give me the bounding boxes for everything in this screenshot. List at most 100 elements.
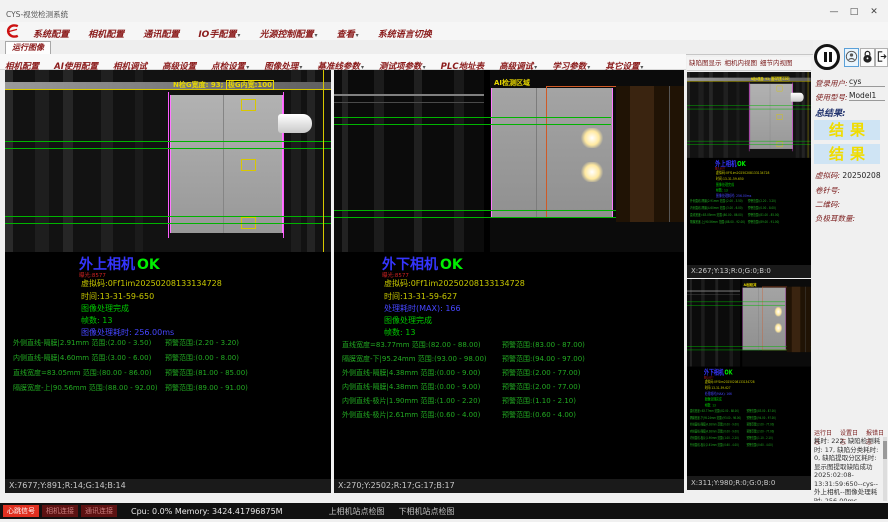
done-line: 图像处理完成 [81, 303, 129, 314]
barcode-line: 虚拟码:0Ff1im20250208133134728 [81, 278, 222, 289]
qr-code-label: 二维码: [815, 199, 840, 210]
pause-icon [829, 52, 832, 62]
gripper-clip [278, 114, 312, 133]
camera-view-lower-outer[interactable]: AI检测区域 外下相机OK 曝光:8577 虚拟码:0Ff1im20250208… [334, 70, 684, 479]
frames-line: 帧数: 13 [705, 403, 716, 408]
measurement-row: 直线宽度=83.77mm 范围:(82.00 - 88.00)预警范围:(83.… [342, 340, 682, 350]
pause-button[interactable] [814, 44, 840, 70]
measurement-row: 直线宽度=83.05mm 范围:(80.00 - 86.00)预警范围:(81.… [13, 368, 331, 378]
result-badge-upper: 结果 [814, 120, 880, 140]
tab-strip: 运行图像 [0, 40, 888, 55]
time-line: 时间:13-31-59-627 [384, 291, 457, 302]
needle-number-label: 卷针号: [815, 185, 840, 196]
camera-link-badge: 相机连接 [42, 505, 78, 517]
camera-view-upper-outer[interactable]: N检G宽度: 93; 极G内宽:100 外上相机OK 曝光:8577 虚拟码:0… [687, 72, 811, 265]
barcode-line: 虚拟码:0Ff1im20250208133134728 [384, 278, 525, 289]
tab-detail-inner-view[interactable]: 细节内视图 [760, 57, 793, 70]
measurement-row: 隔膜宽度-下|95.24mm 范围:(93.00 - 98.00)预警范围:(9… [690, 416, 810, 421]
user-icon [845, 49, 858, 64]
app-window: CYS-视觉检测系统 — □ ✕ 系统配置 相机配置 通讯配置 IO手配置▾ 光… [0, 0, 888, 522]
mini-view-tabs: 缺陷图显示 相机内视图 细节内视图 [687, 57, 811, 71]
camera-image-lower: AI检测区域 [687, 279, 811, 367]
elapsed-line: 图像处理耗时: 256.00ms [81, 327, 174, 338]
model-value[interactable]: Model1 [849, 91, 885, 101]
upper-camera-spotcheck-link[interactable]: 上相机站点检图 [329, 506, 385, 517]
electrode-region [750, 84, 793, 149]
minimize-button[interactable]: — [824, 6, 844, 19]
toolbar: 相机配置 AI使用配置 相机调试 高级设置 点检设置▾ 图像处理▾ 基准线参数▾… [0, 54, 686, 70]
annotation-lower: AI检测区域 [494, 78, 530, 88]
measurement-row: 内侧直线-隔膜|4.38mm 范围:(0.00 - 9.00)预警范围:(2.0… [342, 382, 682, 392]
tab-camera-inner-view[interactable]: 相机内视图 [725, 57, 758, 70]
camera-image-upper: N检G宽度: 93; 极G内宽:100 [5, 70, 331, 252]
window-title: CYS-视觉检测系统 [6, 9, 68, 20]
measurement-row: 隔膜宽度-上|90.56mm 范围:(88.00 - 92.00)预警范围:(8… [13, 383, 331, 393]
mini-view-upper[interactable]: N检G宽度: 93; 极G内宽:100 外上相机OK 曝光:8577 虚拟码:0… [687, 72, 811, 265]
measurement-row: 内侧直线-极片|1.90mm 范围:(1.00 - 2.20)预警范围:(1.1… [690, 436, 810, 441]
measurement-row: 外侧直线-极片|2.61mm 范围:(0.60 - 4.00)预警范围:(0.6… [342, 410, 682, 420]
cpu-memory-status: Cpu: 0.0% Memory: 3424.41796875M [131, 507, 283, 516]
time-line: 时间:13-31-59-650 [81, 291, 154, 302]
camera-view-lower-outer[interactable]: AI检测区域 外下相机OK 曝光:8577 虚拟码:0Ff1im20250208… [687, 279, 811, 476]
frames-line: 帧数: 13 [384, 327, 415, 338]
frames-line: 帧数: 13 [81, 315, 112, 326]
maximize-button[interactable]: □ [844, 6, 864, 19]
status-ok: OK [725, 369, 733, 377]
result-badge-lower: 结果 [814, 144, 880, 164]
heartbeat-badge: 心跳信号 [3, 505, 39, 517]
measurement-row: 外侧直线-隔膜|2.91mm 范围:(2.00 - 3.50)预警范围:(2.2… [690, 198, 811, 203]
gripper-clip [791, 93, 804, 102]
chevron-down-icon: ▾ [314, 32, 317, 39]
time-line: 时间:13-31-59-650 [716, 176, 744, 181]
login-user-value[interactable]: cys [849, 77, 885, 87]
baseline-yellow [5, 89, 331, 90]
tab-defect-display[interactable]: 缺陷图显示 [689, 57, 722, 70]
camera-view-upper-outer[interactable]: N检G宽度: 93; 极G内宽:100 外上相机OK 曝光:8577 虚拟码:0… [5, 70, 331, 479]
chevron-down-icon: ▾ [237, 32, 240, 39]
status-bar: 心跳信号 相机连接 通讯连接 Cpu: 0.0% Memory: 3424.41… [0, 503, 888, 519]
close-button[interactable]: ✕ [864, 6, 884, 19]
comm-link-badge: 通讯连接 [81, 505, 117, 517]
done-line: 图像处理完成 [384, 315, 432, 326]
exit-door-icon [876, 49, 887, 64]
tab-run-image[interactable]: 运行图像 [5, 41, 51, 54]
annotation-upper: N检G宽度: 93; 极G内宽:100 [173, 80, 274, 90]
chevron-down-icon: ▾ [356, 32, 359, 39]
pixel-coords-lower: X:270;Y:2502;R:17;G:17;B:17 [334, 479, 684, 493]
ai-detect-rect [546, 86, 617, 218]
camera-image-lower: AI检测区域 [334, 70, 684, 252]
exit-button[interactable] [875, 48, 888, 67]
login-user-label: 登录用户: [815, 78, 848, 89]
measurement-row: 隔膜宽度-下|95.24mm 范围:(93.00 - 98.00)预警范围:(9… [342, 354, 682, 364]
user-login-button[interactable] [844, 48, 859, 67]
measurement-row: 隔膜宽度-上|90.56mm 范围:(88.00 - 92.00)预警范围:(8… [690, 220, 811, 225]
scrollbar-thumb[interactable] [883, 441, 887, 459]
elapsed-line: 处理耗时(MAX): 166 [705, 391, 732, 396]
electrode-region [170, 95, 283, 233]
measurement-row: 外侧直线-极片|2.61mm 范围:(0.60 - 4.00)预警范围:(0.6… [690, 443, 810, 448]
measurement-row: 直线宽度=83.77mm 范围:(82.00 - 88.00)预警范围:(83.… [690, 409, 810, 414]
log-scrollbar[interactable] [883, 437, 887, 501]
measurement-row: 内侧直线-隔膜|4.60mm 范围:(3.00 - 6.00)预警范围:(0.0… [690, 206, 811, 211]
measurement-row: 内侧直线-极片|1.90mm 范围:(1.00 - 2.20)预警范围:(1.1… [342, 396, 682, 406]
negative-tab-count-label: 负极耳数量: [815, 213, 855, 224]
lock-button[interactable] [860, 48, 875, 67]
mini-view-lower[interactable]: AI检测区域 外下相机OK 曝光:8577 虚拟码:0Ff1im20250208… [687, 279, 811, 476]
lower-camera-spotcheck-link[interactable]: 下相机站点检图 [399, 506, 455, 517]
barcode-line: 虚拟码:0Ff1im20250208133134728 [716, 170, 770, 175]
measurement-row: 内侧直线-隔膜|4.38mm 范围:(0.00 - 9.00)预警范围:(2.0… [690, 429, 810, 434]
measurement-row: 外侧直线-隔膜|4.38mm 范围:(0.00 - 9.00)预警范围:(2.0… [342, 368, 682, 378]
camera-image-upper: N检G宽度: 93; 极G内宽:100 [687, 72, 811, 158]
mini-coords-lower: X:311;Y:980;R:0;G:0;B:0 [687, 476, 811, 490]
status-ok: OK [737, 160, 746, 168]
done-line: 图像处理完成 [705, 397, 722, 402]
mini-coords-upper: X:267;Y:13;R:0;G:0;B:0 [687, 265, 811, 278]
total-result-label: 总结果: [815, 106, 846, 119]
frames-line: 帧数: 13 [716, 188, 728, 193]
lock-icon [861, 49, 874, 64]
model-label: 使用型号: [815, 92, 848, 103]
measurement-row: 直线宽度=83.05mm 范围:(80.00 - 86.00)预警范围:(81.… [690, 213, 811, 218]
time-line: 时间:13-31-59-627 [705, 385, 731, 390]
status-ok: OK [137, 257, 160, 273]
pixel-coords-upper: X:7677;Y:891;R:14;G:14;B:14 [5, 479, 331, 493]
